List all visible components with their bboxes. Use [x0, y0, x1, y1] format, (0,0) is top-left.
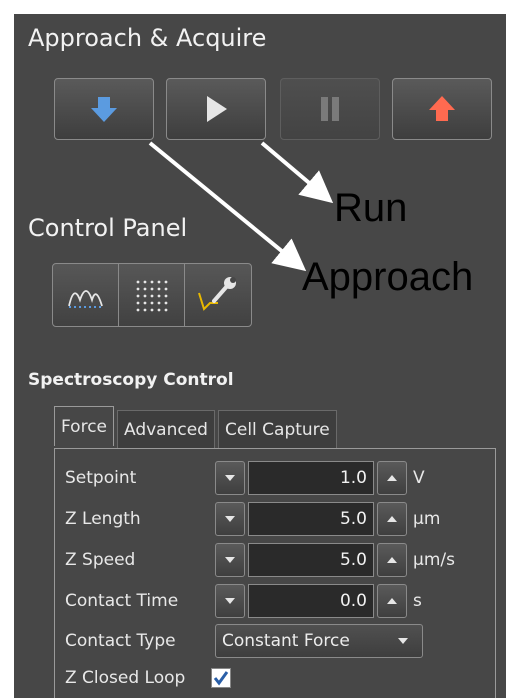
approach-annotation: Approach — [302, 255, 474, 299]
annotation-arrows — [148, 141, 334, 272]
run-arrow — [260, 141, 334, 204]
run-annotation: Run — [334, 186, 408, 230]
approach-arrow — [148, 141, 307, 272]
